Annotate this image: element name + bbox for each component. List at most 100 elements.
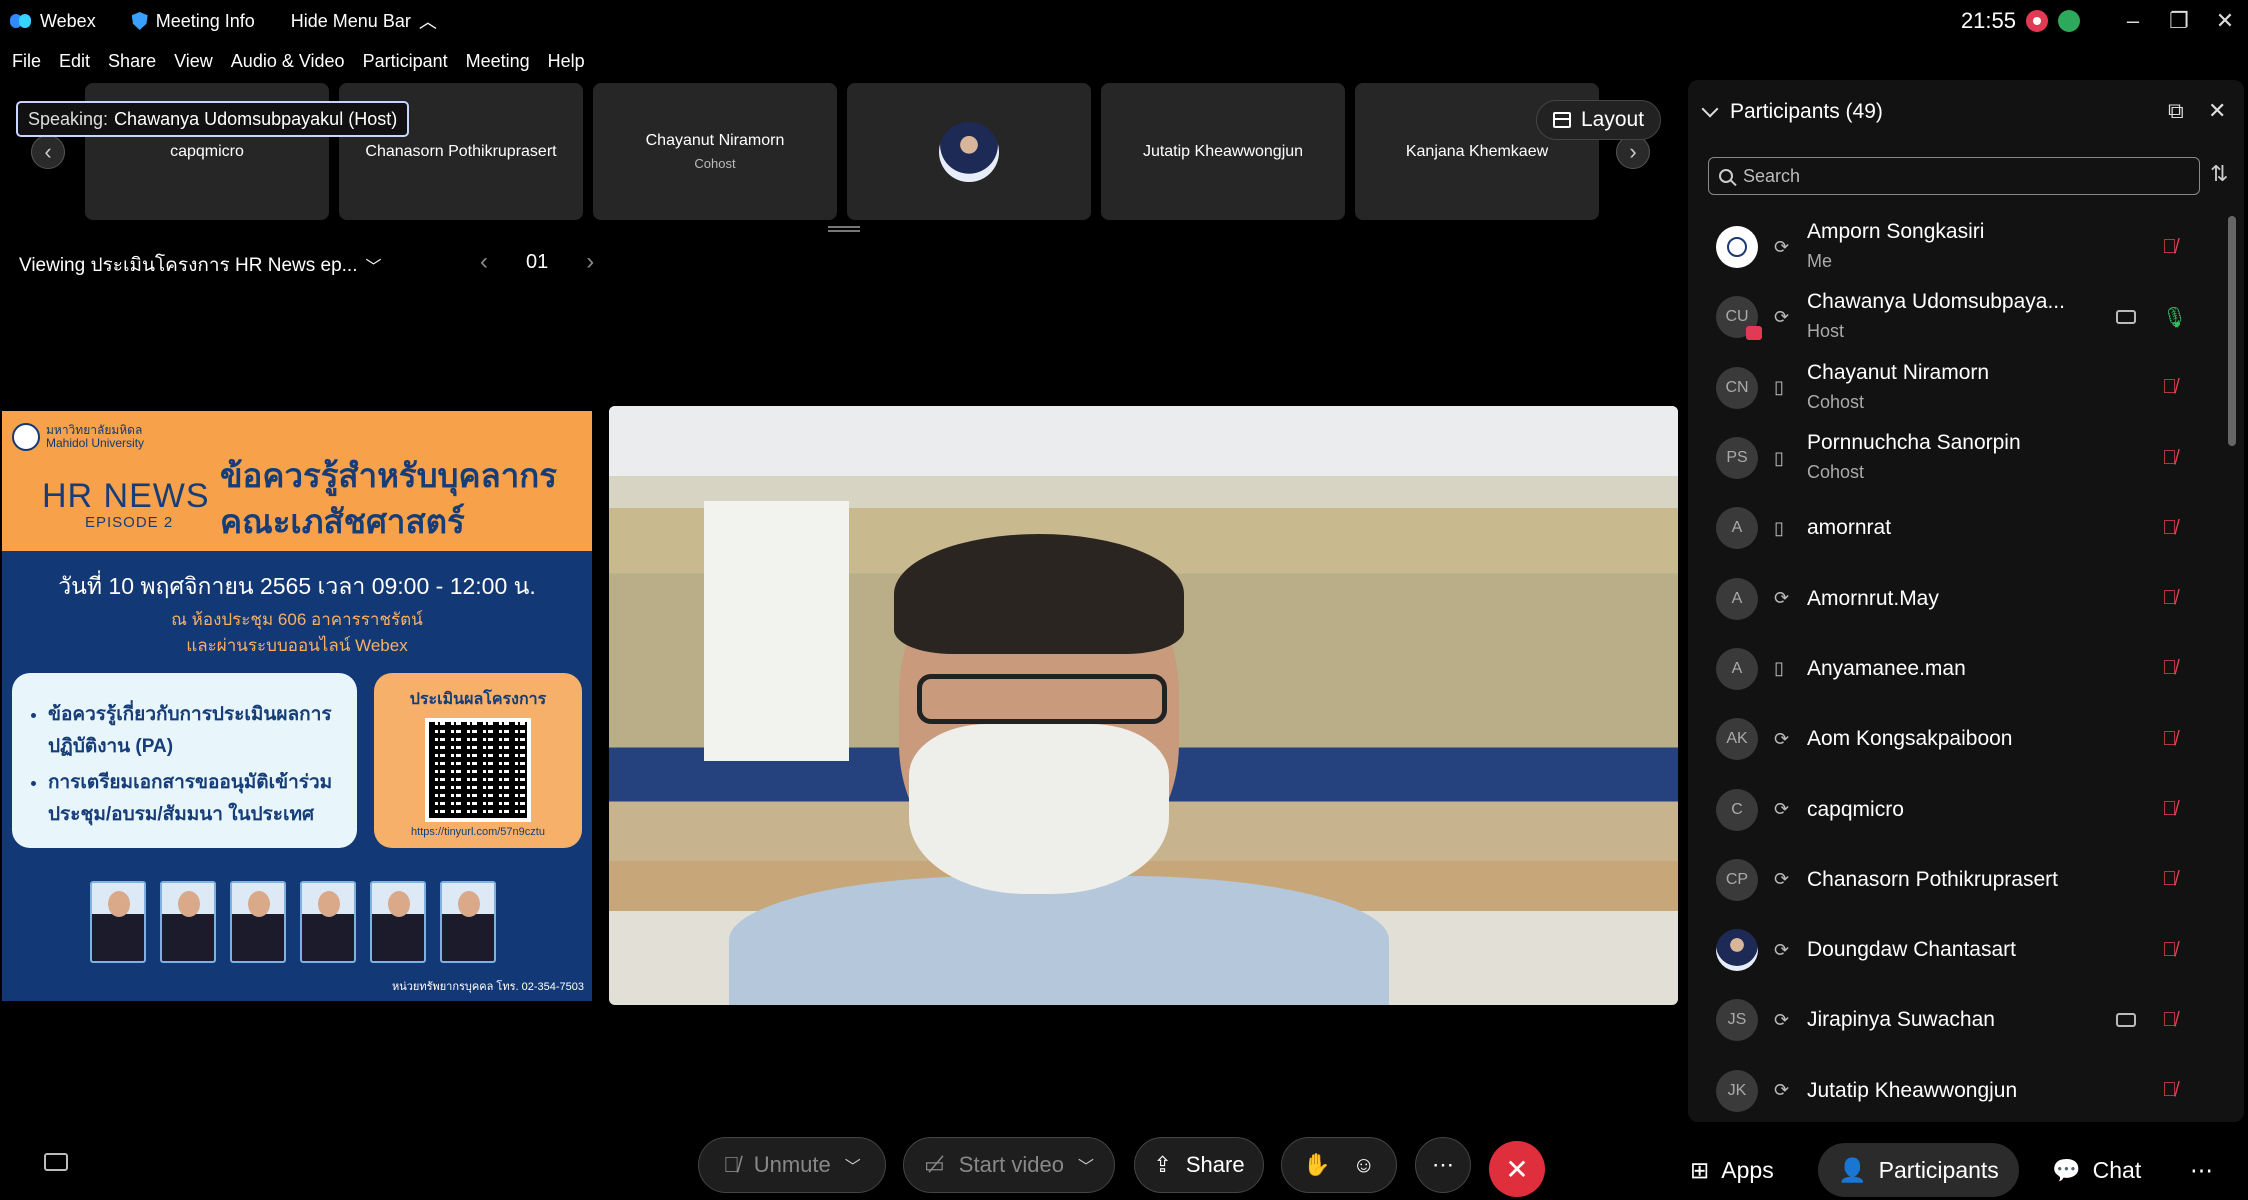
more-panels-icon[interactable]: ⋯ [2190,1143,2213,1197]
apps-button[interactable]: ⊞ Apps [1690,1143,1774,1197]
participants-title: Participants (49) [1730,100,1883,123]
mic-muted-icon[interactable]: 🎙̸ [2162,517,2177,540]
menu-share[interactable]: Share [108,51,156,72]
menu-view[interactable]: View [174,51,213,72]
previous-page-icon[interactable]: ‹ [480,248,488,276]
share-button[interactable]: ⇪ Share [1134,1137,1264,1193]
menu-help[interactable]: Help [548,51,585,72]
video-tile[interactable]: Chayanut Niramorn Cohost [593,83,837,220]
participant-row[interactable]: JS ⟳ Jirapinya Suwachan 🎙̸ [1688,985,2228,1055]
menu-audio-video[interactable]: Audio & Video [231,51,345,72]
participants-header[interactable]: Participants (49) [1701,100,1883,124]
menu-bar: File Edit Share View Audio & Video Parti… [0,46,591,76]
mic-muted-icon[interactable]: 🎙̸ [2162,728,2177,751]
participants-button[interactable]: 👤 Participants [1818,1143,2019,1197]
participant-row[interactable]: JK ⟳ Jutatip Kheawwongjun 🎙̸ [1688,1056,2228,1126]
minimize-icon[interactable]: – [2110,8,2156,34]
mic-muted-icon[interactable]: 🎙̸ [2162,657,2177,680]
menu-file[interactable]: File [12,51,41,72]
avatar: A [1716,507,1758,550]
video-tile[interactable] [847,83,1091,220]
content-viewing-dropdown[interactable]: Viewing ประเมินโครงการ HR News ep... ﹀ [19,250,382,280]
more-options-button[interactable]: ⋯ [1415,1137,1471,1193]
hide-menu-bar-button[interactable]: Hide Menu Bar ︿ [291,8,437,34]
avatar-initials: C [1731,800,1743,818]
mic-muted-icon[interactable]: 🎙̸ [2162,1009,2177,1032]
mic-muted-icon[interactable]: 🎙̸ [2162,587,2177,610]
participant-name: capqmicro [1807,797,1904,821]
title-bar: Webex Meeting Info Hide Menu Bar ︿ 21:55… [0,0,2248,42]
strip-next-icon[interactable]: › [1616,135,1650,169]
participant-list: ⟳ Amporn Songkasiri Me 🎙̸ CU ⟳ Chawanya … [1688,212,2228,1126]
chevron-down-icon[interactable]: ﹀ [1078,1153,1094,1177]
next-page-icon[interactable]: › [586,248,594,276]
close-window-icon[interactable]: ✕ [2202,8,2248,34]
participant-row[interactable]: AK ⟳ Aom Kongsakpaiboon 🎙̸ [1688,704,2228,774]
resize-handle[interactable] [828,226,860,232]
mic-muted-icon[interactable]: 🎙̸ [2162,868,2177,891]
menu-edit[interactable]: Edit [59,51,90,72]
topic-item: ข้อควรรู้เกี่ยวกับการประเมินผลการปฏิบัติ… [48,699,345,763]
mic-muted-icon[interactable]: 🎙̸ [2162,447,2177,470]
captions-icon[interactable] [44,1153,68,1171]
participant-row[interactable]: A ▯ Anyamanee.man 🎙̸ [1688,634,2228,704]
webex-meeting-window: Webex Meeting Info Hide Menu Bar ︿ 21:55… [0,0,2248,1200]
participant-row[interactable]: A ⟳ Amornrut.May 🎙̸ [1688,563,2228,633]
page-navigator: ‹ 01 › [480,248,594,276]
participant-search-input[interactable]: Search [1708,157,2200,195]
tile-name: Chayanut Niramorn [645,132,785,149]
chevron-down-icon[interactable]: ﹀ [845,1153,861,1177]
mic-muted-icon[interactable]: 🎙̸ [2162,1079,2177,1102]
meeting-info-button[interactable]: Meeting Info [131,11,255,32]
participant-name: Amporn Songkasiri [1807,220,1985,243]
participants-panel: Participants (49) ⧉ ✕ Search ⇅ ⟳ Amporn … [1688,80,2244,1122]
speaker-video[interactable] [609,406,1678,1005]
menu-meeting[interactable]: Meeting [466,51,530,72]
menu-participant[interactable]: Participant [363,51,448,72]
avatar-initials: A [1731,589,1743,607]
mic-on-icon[interactable]: 🎙 [2162,305,2187,330]
mic-muted-icon[interactable]: 🎙̸ [2162,939,2177,962]
glasses [917,674,1167,724]
speaker-photo [440,881,496,963]
sort-icon[interactable]: ⇅ [2210,161,2228,187]
avatar-initials: JS [1727,1011,1747,1029]
participant-row[interactable]: PS ▯ Pornnuchcha Sanorpin Cohost 🎙̸ [1688,423,2228,493]
participant-role: Host [1807,321,1845,342]
mic-muted-icon[interactable]: 🎙̸ [2162,798,2177,821]
headset-icon: ⟳ [1774,1009,1790,1030]
unmute-button[interactable]: 🎙̸ Unmute ﹀ [698,1137,886,1193]
share-screen-icon: ⇪ [1153,1152,1172,1177]
network-health-icon[interactable] [2058,10,2080,32]
restore-icon[interactable]: ❐ [2156,8,2202,34]
participant-row[interactable]: ⟳ Amporn Songkasiri Me 🎙̸ [1688,212,2228,282]
pop-out-icon[interactable]: ⧉ [2168,98,2184,124]
close-panel-icon[interactable]: ✕ [2208,98,2226,124]
start-video-button[interactable]: ▭̸ Start video ﹀ [903,1137,1115,1193]
headset-icon: ⟳ [1774,236,1790,257]
participant-row[interactable]: CP ⟳ Chanasorn Pothikruprasert 🎙̸ [1688,845,2228,915]
video-tile[interactable]: Jutatip Kheawwongjun [1101,83,1345,220]
speaker-photo [90,881,146,963]
recording-icon[interactable] [2026,10,2048,32]
reactions-icon[interactable]: ☺ [1352,1152,1374,1178]
strip-prev-icon[interactable]: ‹ [31,135,65,169]
share-label: Share [1185,1152,1245,1177]
evaluation-box: ประเมินผลโครงการ https://tinyurl.com/57n… [374,673,582,848]
mic-muted-icon[interactable]: 🎙̸ [2162,236,2177,259]
mic-muted-icon[interactable]: 🎙̸ [2162,376,2177,399]
participant-row[interactable]: ⟳ Doungdaw Chantasart 🎙̸ [1688,915,2228,985]
raise-hand-icon[interactable]: ✋ [1303,1152,1330,1178]
participant-list-scrollbar[interactable] [2228,216,2236,446]
avatar-initials: AK [1726,730,1748,748]
leave-meeting-button[interactable]: ✕ [1489,1141,1545,1197]
participant-row[interactable]: CU ⟳ Chawanya Udomsubpaya... Host 🎙 [1688,282,2228,352]
tile-name: Jutatip Kheawwongjun [1142,142,1304,160]
participant-row[interactable]: A ▯ amornrat 🎙̸ [1688,493,2228,563]
chat-button[interactable]: 💬 Chat [2052,1143,2141,1197]
participant-row[interactable]: C ⟳ capqmicro 🎙̸ [1688,774,2228,844]
participant-row[interactable]: CN ▯ Chayanut Niramorn Cohost 🎙̸ [1688,353,2228,423]
layout-button[interactable]: Layout [1536,100,1662,140]
app-menu[interactable]: Webex [10,11,96,32]
speaker-photo [300,881,356,963]
